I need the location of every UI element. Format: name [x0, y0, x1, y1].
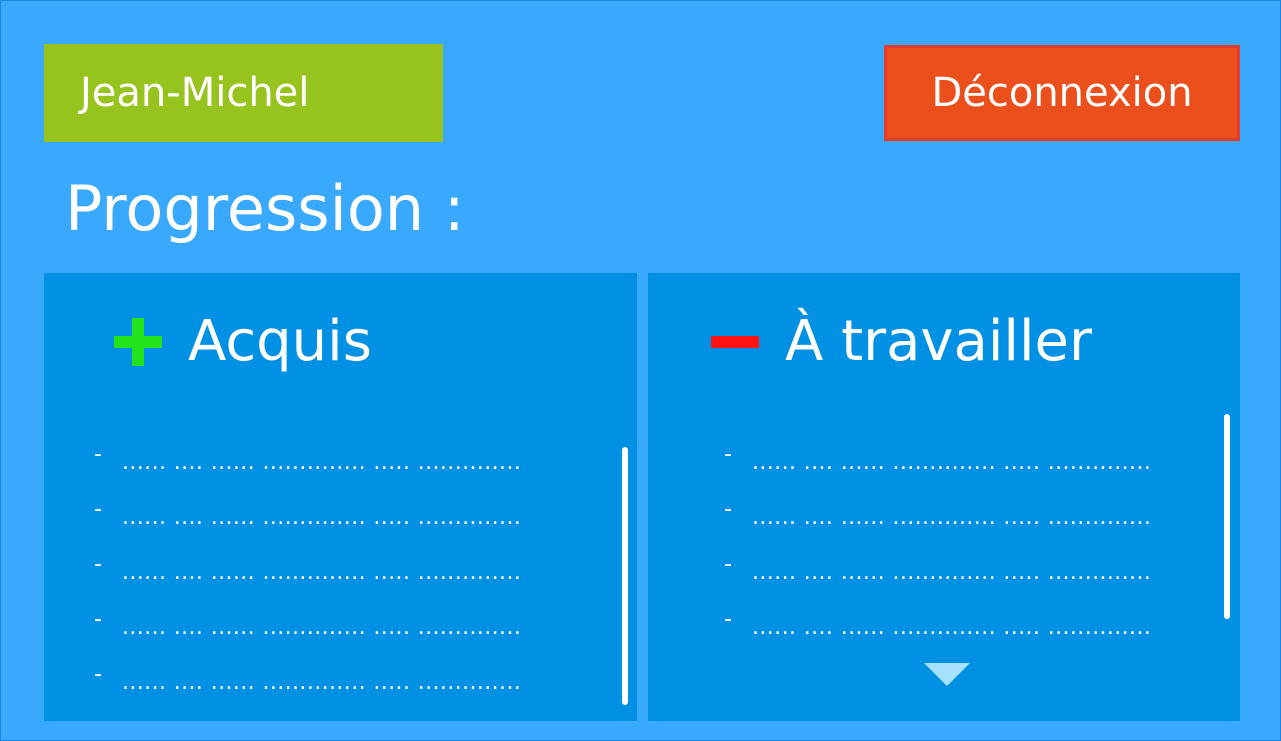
to-work-panel-header: À travailler [711, 307, 1092, 377]
acquired-panel-title: Acquis [188, 309, 372, 374]
list-item: - ...... .... ...... .............. ....… [94, 643, 521, 698]
page-title: Progression : [65, 172, 465, 245]
acquired-panel-header: Acquis [114, 307, 372, 377]
list-item-text: ...... .... ...... .............. ..... … [752, 505, 1152, 530]
to-work-panel: À travailler - ...... .... ...... ......… [648, 273, 1240, 721]
list-dash: - [94, 442, 102, 467]
list-item: - ...... .... ...... .............. ....… [94, 588, 521, 643]
list-item: - ...... .... ...... .............. ....… [724, 478, 1151, 533]
list-item-text: ...... .... ...... .............. ..... … [752, 450, 1152, 475]
list-item: - ...... .... ...... .............. ....… [94, 423, 521, 478]
list-dash: - [94, 607, 102, 632]
list-item-text: ...... .... ...... .............. ..... … [122, 670, 522, 695]
user-name-badge: Jean-Michel [44, 44, 443, 142]
to-work-panel-title: À travailler [785, 309, 1093, 374]
list-dash: - [724, 497, 732, 522]
minus-icon [711, 336, 759, 348]
list-item-text: ...... .... ...... .............. ..... … [122, 505, 522, 530]
list-item-text: ...... .... ...... .............. ..... … [752, 560, 1152, 585]
plus-icon [114, 318, 162, 366]
acquired-panel: Acquis - ...... .... ...... ............… [44, 273, 637, 721]
acquired-list: - ...... .... ...... .............. ....… [94, 423, 521, 698]
acquired-scrollbar[interactable] [622, 447, 628, 705]
list-dash: - [94, 497, 102, 522]
logout-button[interactable]: Déconnexion [884, 45, 1240, 141]
list-item-text: ...... .... ...... .............. ..... … [122, 615, 522, 640]
list-item: - ...... .... ...... .............. ....… [94, 478, 521, 533]
list-dash: - [724, 442, 732, 467]
list-dash: - [94, 662, 102, 687]
list-dash: - [94, 552, 102, 577]
list-item: - ...... .... ...... .............. ....… [94, 533, 521, 588]
user-name-label: Jean-Michel [80, 70, 310, 116]
list-item: - ...... .... ...... .............. ....… [724, 588, 1151, 643]
chevron-down-icon[interactable] [924, 663, 970, 686]
logout-button-label: Déconnexion [931, 70, 1193, 116]
list-item-text: ...... .... ...... .............. ..... … [752, 615, 1152, 640]
list-dash: - [724, 607, 732, 632]
list-item-text: ...... .... ...... .............. ..... … [122, 450, 522, 475]
to-work-scrollbar[interactable] [1224, 414, 1230, 619]
list-item-text: ...... .... ...... .............. ..... … [122, 560, 522, 585]
list-item: - ...... .... ...... .............. ....… [724, 533, 1151, 588]
list-item: - ...... .... ...... .............. ....… [724, 423, 1151, 478]
list-dash: - [724, 552, 732, 577]
to-work-list: - ...... .... ...... .............. ....… [724, 423, 1151, 643]
progress-screen: Jean-Michel Déconnexion Progression : Ac… [0, 0, 1281, 741]
